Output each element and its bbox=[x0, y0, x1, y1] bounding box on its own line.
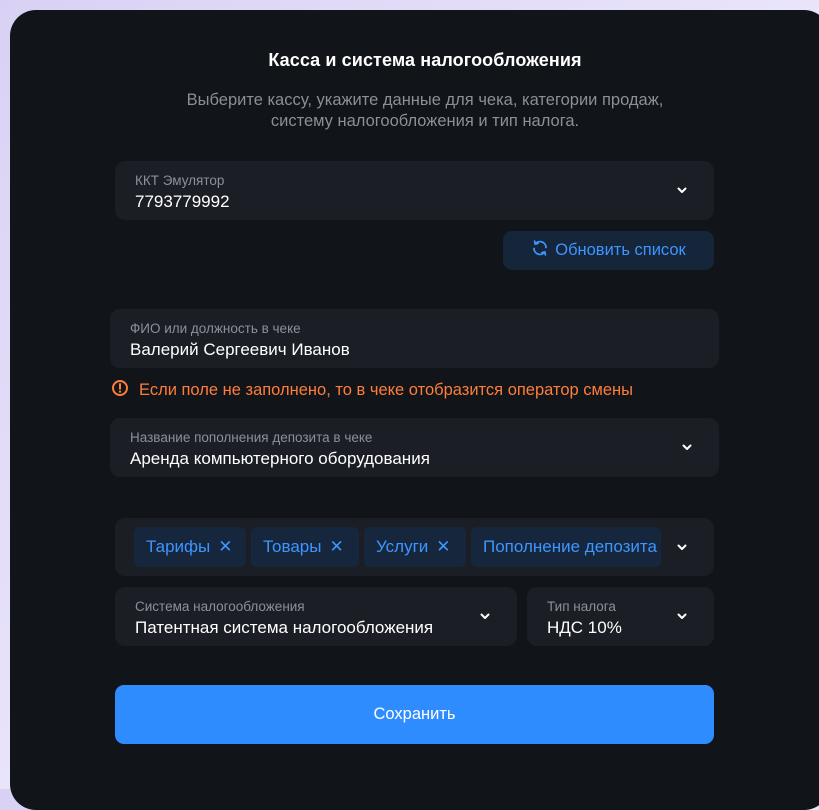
chevron-down-icon bbox=[675, 540, 691, 556]
deposit-value: Аренда компьютерного оборудования bbox=[130, 449, 430, 468]
chevron-down-icon bbox=[680, 440, 696, 456]
tag-label: Услуги bbox=[376, 537, 429, 556]
deposit-label: Название пополнения депозита в чеке bbox=[130, 430, 373, 445]
tax-type-select[interactable]: Тип налога НДС 10% bbox=[527, 587, 714, 646]
tax-type-value: НДС 10% bbox=[547, 618, 622, 637]
chevron-down-icon bbox=[675, 609, 691, 625]
chevron-down-icon bbox=[478, 609, 494, 625]
tag-goods: Товары ✕ bbox=[251, 527, 359, 567]
tag-deposit-topup: Пополнение депозита bbox=[471, 527, 661, 567]
warning-text: Если поле не заполнено, то в чеке отобра… bbox=[139, 381, 634, 399]
refresh-icon bbox=[531, 239, 549, 262]
fio-field[interactable]: ФИО или должность в чеке Валерий Сергеев… bbox=[110, 309, 719, 368]
remove-tag-icon[interactable]: ✕ bbox=[218, 537, 232, 557]
fio-label: ФИО или должность в чеке bbox=[130, 321, 301, 336]
tag-services: Услуги ✕ bbox=[364, 527, 466, 567]
tag-label: Товары bbox=[263, 537, 322, 556]
sales-categories-multiselect[interactable]: Тарифы ✕ Товары ✕ Услуги ✕ Пополнение де… bbox=[115, 518, 714, 576]
deposit-name-select[interactable]: Название пополнения депозита в чеке Арен… bbox=[110, 418, 719, 477]
warning-icon bbox=[111, 379, 129, 402]
save-button[interactable]: Сохранить bbox=[115, 685, 714, 744]
remove-tag-icon[interactable]: ✕ bbox=[329, 537, 343, 557]
fio-warning: Если поле не заполнено, то в чеке отобра… bbox=[111, 379, 633, 402]
tax-type-label: Тип налога bbox=[547, 599, 616, 614]
kkt-value: 7793779992 bbox=[135, 192, 230, 211]
page-subtitle: Выберите кассу, укажите данные для чека,… bbox=[140, 90, 710, 132]
remove-tag-icon[interactable]: ✕ bbox=[436, 537, 450, 557]
chevron-down-icon bbox=[675, 183, 691, 199]
fio-value: Валерий Сергеевич Иванов bbox=[130, 340, 350, 359]
kkt-label: ККТ Эмулятор bbox=[135, 173, 225, 188]
tax-system-select[interactable]: Система налогообложения Патентная систем… bbox=[115, 587, 517, 646]
settings-panel: Касса и система налогообложения Выберите… bbox=[10, 10, 819, 810]
tag-label: Пополнение депозита bbox=[483, 537, 657, 556]
subtitle-line-1: Выберите кассу, укажите данные для чека,… bbox=[186, 91, 664, 109]
refresh-list-label: Обновить список bbox=[555, 241, 686, 259]
page-title: Касса и система налогообложения bbox=[268, 50, 582, 70]
tag-label: Тарифы bbox=[146, 537, 211, 556]
kkt-select[interactable]: ККТ Эмулятор 7793779992 bbox=[115, 161, 714, 220]
tax-system-label: Система налогообложения bbox=[135, 599, 305, 614]
tag-tariffs: Тарифы ✕ bbox=[134, 527, 246, 567]
refresh-list-button[interactable]: Обновить список bbox=[503, 231, 714, 270]
tax-system-value: Патентная система налогообложения bbox=[135, 618, 434, 637]
subtitle-line-2: систему налогообложения и тип налога. bbox=[270, 112, 580, 130]
